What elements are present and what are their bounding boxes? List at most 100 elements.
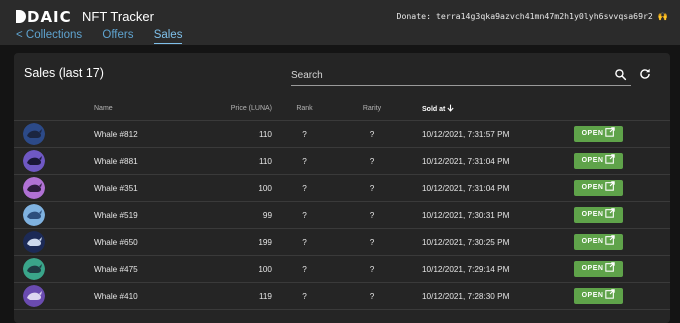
- row-rarity: ?: [337, 120, 407, 148]
- row-name: Whale #650: [94, 228, 202, 256]
- tab-collections[interactable]: < Collections: [16, 29, 82, 41]
- row-rarity: ?: [337, 282, 407, 310]
- table-row: Whale #475 100?? 10/12/2021, 7:29:14 PM OPE…: [14, 255, 670, 283]
- row-rank: ?: [272, 255, 337, 283]
- open-in-new-icon: [605, 154, 616, 164]
- open-button[interactable]: OPEN: [574, 180, 623, 196]
- open-button-label: OPEN: [581, 265, 604, 272]
- top-bar: DAIC NFT Tracker Donate: terra14g3qka9az…: [0, 0, 680, 45]
- open-button-label: OPEN: [581, 157, 604, 164]
- open-button[interactable]: OPEN: [574, 234, 623, 250]
- table-row: Whale #519 99?? 10/12/2021, 7:30:31 PM OPEN: [14, 201, 670, 229]
- open-button[interactable]: OPEN: [574, 288, 623, 304]
- column-header-rarity[interactable]: Rarity: [337, 96, 407, 121]
- open-button[interactable]: OPEN: [574, 207, 623, 223]
- row-image-cell: [14, 201, 94, 229]
- row-image-cell: [14, 255, 94, 283]
- row-image-cell: [14, 147, 94, 175]
- row-rank: ?: [272, 282, 337, 310]
- donate-label: Donate:: [396, 11, 432, 21]
- open-button[interactable]: OPEN: [574, 153, 623, 169]
- column-header-rank[interactable]: Rank: [272, 96, 337, 121]
- column-header-sold-at[interactable]: Sold at: [407, 96, 574, 121]
- row-name: Whale #475: [94, 255, 202, 283]
- row-name: Whale #519: [94, 201, 202, 229]
- open-in-new-icon: [605, 289, 616, 299]
- whale-avatar[interactable]: [23, 285, 45, 307]
- row-image-cell: [14, 120, 94, 148]
- daic-logo[interactable]: DAIC: [16, 8, 72, 26]
- column-header-image: [14, 96, 94, 121]
- column-header-action: [574, 96, 670, 121]
- raised-hands-icon: 🙌: [657, 11, 668, 21]
- sold-at-label: Sold at: [422, 105, 446, 113]
- open-in-new-icon: [605, 208, 616, 218]
- open-in-new-icon: [605, 262, 616, 272]
- row-image-cell: [14, 174, 94, 202]
- table-row: Whale #351 100?? 10/12/2021, 7:31:04 PM OPE…: [14, 174, 670, 202]
- row-rank: ?: [272, 228, 337, 256]
- row-rarity: ?: [337, 174, 407, 202]
- table-header-row: Name Price (LUNA) Rank Rarity Sold at: [14, 96, 670, 121]
- panel-title: Sales (last 17): [24, 66, 104, 80]
- open-button-label: OPEN: [581, 184, 604, 191]
- row-sold-at: 10/12/2021, 7:30:25 PM: [407, 228, 574, 256]
- whale-avatar[interactable]: [23, 258, 45, 280]
- row-rank: ?: [272, 120, 337, 148]
- refresh-icon[interactable]: [638, 67, 652, 81]
- sales-panel: Sales (last 17) Name Price (LUNA) Rank R…: [14, 53, 670, 323]
- tab-sales[interactable]: Sales: [153, 29, 183, 44]
- search-icon[interactable]: [614, 68, 627, 81]
- row-price: 199: [202, 228, 272, 256]
- open-button-label: OPEN: [581, 211, 604, 218]
- open-button[interactable]: OPEN: [574, 261, 623, 277]
- row-action-cell: OPEN: [574, 147, 670, 175]
- row-sold-at: 10/12/2021, 7:28:30 PM: [407, 282, 574, 310]
- row-name: Whale #351: [94, 174, 202, 202]
- row-rank: ?: [272, 201, 337, 229]
- row-name: Whale #881: [94, 147, 202, 175]
- open-button-label: OPEN: [581, 292, 604, 299]
- row-rarity: ?: [337, 228, 407, 256]
- row-action-cell: OPEN: [574, 120, 670, 148]
- donate-address[interactable]: terra14g3qka9azvch41mn47m2h1y0lyh6svvqsa…: [436, 11, 653, 21]
- row-rarity: ?: [337, 147, 407, 175]
- row-price: 99: [202, 201, 272, 229]
- row-price: 119: [202, 282, 272, 310]
- app-title: NFT Tracker: [82, 9, 154, 24]
- row-sold-at: 10/12/2021, 7:31:57 PM: [407, 120, 574, 148]
- table-row: Whale #812 110?? 10/12/2021, 7:31:57 PM OPE…: [14, 120, 670, 148]
- row-sold-at: 10/12/2021, 7:31:04 PM: [407, 174, 574, 202]
- tab-offers[interactable]: Offers: [102, 29, 133, 41]
- open-button-label: OPEN: [581, 238, 604, 245]
- row-price: 100: [202, 255, 272, 283]
- whale-avatar[interactable]: [23, 231, 45, 253]
- column-header-name[interactable]: Name: [94, 96, 202, 121]
- whale-avatar[interactable]: [23, 123, 45, 145]
- row-rarity: ?: [337, 255, 407, 283]
- open-in-new-icon: [605, 181, 616, 191]
- column-header-price[interactable]: Price (LUNA): [202, 96, 272, 121]
- row-action-cell: OPEN: [574, 201, 670, 229]
- row-sold-at: 10/12/2021, 7:29:14 PM: [407, 255, 574, 283]
- row-price: 100: [202, 174, 272, 202]
- row-action-cell: OPEN: [574, 282, 670, 310]
- row-price: 110: [202, 120, 272, 148]
- sort-arrow-down-icon: [447, 104, 454, 112]
- row-sold-at: 10/12/2021, 7:31:04 PM: [407, 147, 574, 175]
- row-name: Whale #812: [94, 120, 202, 148]
- table-row: Whale #881 110?? 10/12/2021, 7:31:04 PM OPE…: [14, 147, 670, 175]
- open-button[interactable]: OPEN: [574, 126, 623, 142]
- row-image-cell: [14, 228, 94, 256]
- whale-avatar[interactable]: [23, 177, 45, 199]
- row-image-cell: [14, 282, 94, 310]
- search-input[interactable]: [291, 70, 601, 81]
- nav-tabs: < Collections Offers Sales: [16, 29, 199, 44]
- row-sold-at: 10/12/2021, 7:30:31 PM: [407, 201, 574, 229]
- row-action-cell: OPEN: [574, 255, 670, 283]
- whale-avatar[interactable]: [23, 150, 45, 172]
- whale-avatar[interactable]: [23, 204, 45, 226]
- row-price: 110: [202, 147, 272, 175]
- search-box: [291, 65, 631, 86]
- row-rank: ?: [272, 174, 337, 202]
